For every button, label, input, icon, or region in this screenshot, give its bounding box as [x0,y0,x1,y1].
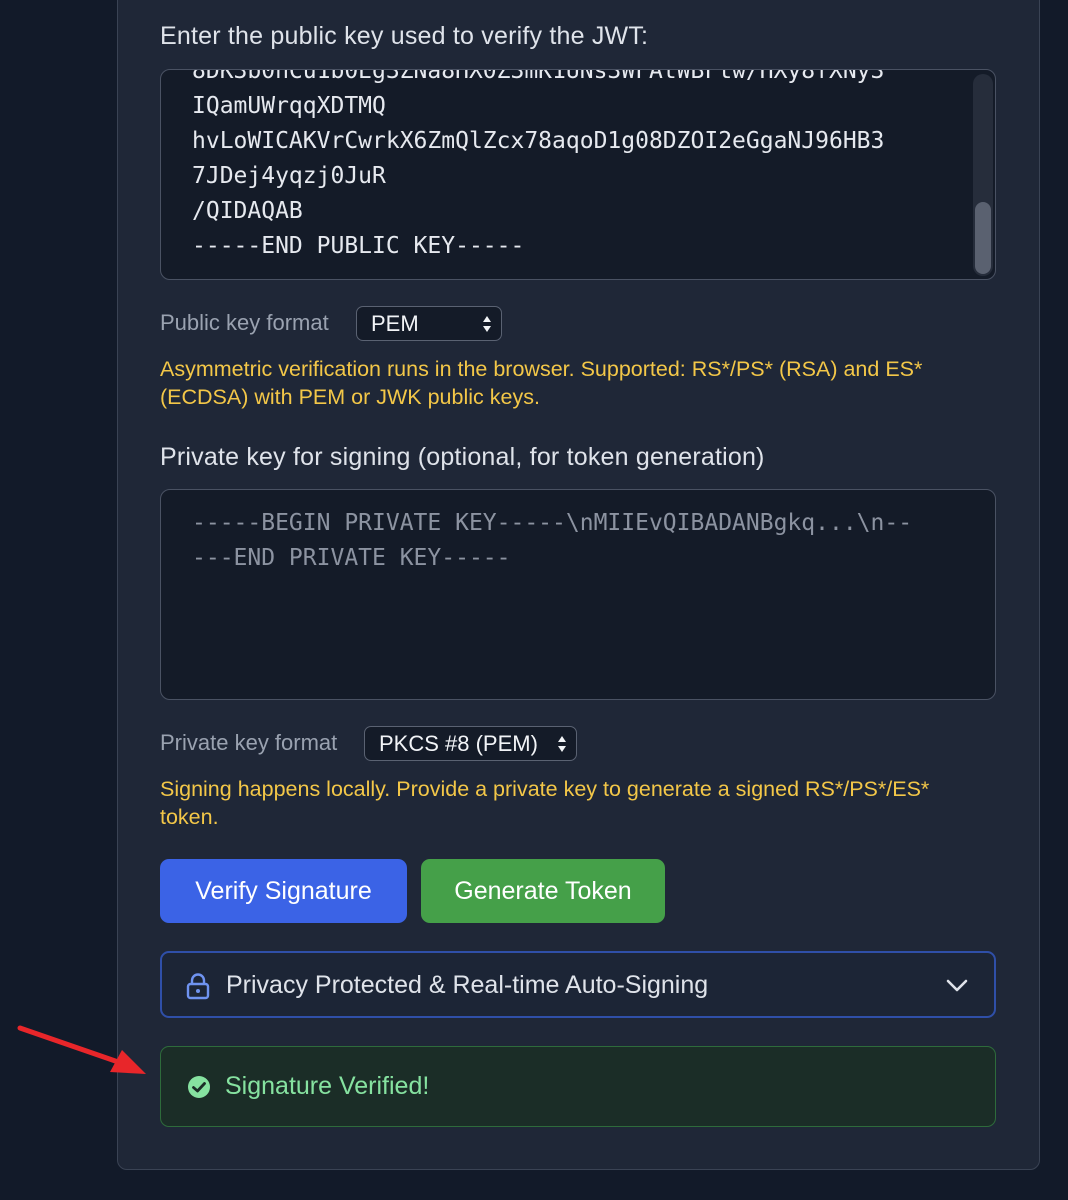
private-key-format-value: PKCS #8 (PEM) [379,731,538,756]
public-key-textarea[interactable]: 8DK3b0nCu1b0Eg3ZNa8HX0Z3mK1UNs3WFAtWBFtw… [160,69,996,280]
public-key-scrollbar-thumb[interactable] [975,202,991,274]
public-key-line: 8DK3b0nCu1b0Eg3ZNa8HX0Z3mK1UNs3WFAtWBFtw… [192,69,885,84]
private-key-placeholder-line: ---END PRIVATE KEY----- [192,545,511,571]
public-key-line: 7JDej4yqzj0JuR [192,163,386,189]
annotation-arrow-icon [17,1025,146,1074]
public-key-format-select[interactable]: PEM [356,306,502,341]
private-key-note: Signing happens locally. Provide a priva… [160,777,930,829]
public-key-line: /QIDAQAB [192,198,303,224]
public-key-line: hvLoWICAKVrCwrkX6ZmQlZcx78aqoD1g08DZOI2e… [192,128,885,154]
select-arrows-icon [558,736,566,752]
privacy-title: Privacy Protected & Real-time Auto-Signi… [226,971,709,999]
chevron-down-icon[interactable] [946,979,968,993]
public-key-line: IQamUWrqqXDTMQ [192,93,386,119]
private-key-placeholder-line: -----BEGIN PRIVATE KEY-----\nMIIEvQIBADA… [192,510,913,536]
public-key-format-value: PEM [371,311,419,336]
public-key-label: Enter the public key used to verify the … [160,22,649,50]
verify-signature-button[interactable]: Verify Signature [160,859,407,923]
privacy-accordion[interactable]: Privacy Protected & Real-time Auto-Signi… [160,951,996,1018]
generate-token-button[interactable]: Generate Token [421,859,665,923]
check-circle-icon [188,1076,210,1098]
public-key-format-label: Public key format [160,310,329,335]
public-key-note: Asymmetric verification runs in the brow… [160,357,923,409]
private-key-format-label: Private key format [160,730,338,755]
signature-status-banner: Signature Verified! [160,1046,996,1127]
private-key-format-select[interactable]: PKCS #8 (PEM) [364,726,577,761]
public-key-line: -----END PUBLIC KEY----- [192,233,525,259]
signature-status-text: Signature Verified! [225,1072,430,1100]
select-arrows-icon [483,316,491,332]
lock-icon [186,973,210,1000]
private-key-label: Private key for signing (optional, for t… [160,443,765,471]
private-key-textarea[interactable]: -----BEGIN PRIVATE KEY-----\nMIIEvQIBADA… [160,489,996,700]
